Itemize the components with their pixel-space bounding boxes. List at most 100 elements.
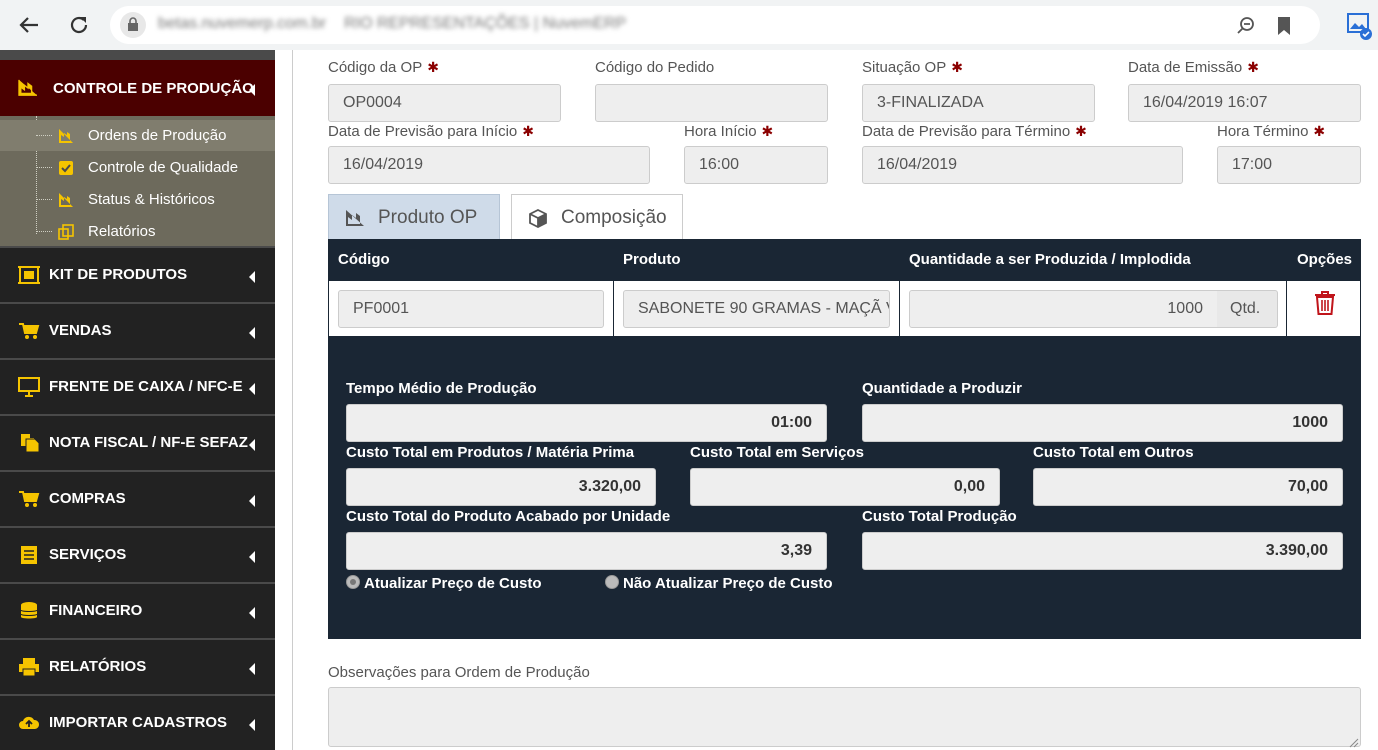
menu-label: RELATÓRIOS <box>49 658 147 675</box>
label-tempo-medio: Tempo Médio de Produção <box>346 380 537 397</box>
kit-icon <box>18 266 40 284</box>
caret-left-icon <box>249 271 255 283</box>
data-prev-termino-field[interactable]: 16/04/2019 <box>862 146 1183 184</box>
cart-icon <box>19 491 40 507</box>
menu-label: NOTA FISCAL / NF-E SEFAZ <box>49 434 248 451</box>
radio-atualizar-preco[interactable] <box>346 575 360 589</box>
required-asterisk-icon: ✱ <box>1075 123 1087 139</box>
menu-label: KIT DE PRODUTOS <box>49 266 188 283</box>
zoom-icon[interactable] <box>1236 16 1256 41</box>
caret-left-icon <box>249 663 255 675</box>
caret-left-icon <box>249 439 255 451</box>
custo-servicos-field[interactable]: 0,00 <box>690 468 1000 506</box>
custo-producao-field[interactable]: 3.390,00 <box>862 532 1343 570</box>
caret-left-icon <box>249 84 255 96</box>
label-situacao-op: Situação OP ✱ <box>862 59 963 76</box>
column-header-codigo: Código <box>338 251 390 268</box>
required-asterisk-icon: ✱ <box>951 59 963 75</box>
submenu-item-status[interactable]: Status & Históricos <box>0 184 275 215</box>
required-asterisk-icon: ✱ <box>427 59 439 75</box>
industry-chart-icon <box>18 79 37 96</box>
menu-controle-producao[interactable]: CONTROLE DE PRODUÇÃO <box>0 60 275 116</box>
menu-vendas[interactable]: VENDAS <box>0 304 275 358</box>
address-bar[interactable]: betas.nuvemerp.com.br RIO REPRESENTAÇÕES … <box>110 6 1320 44</box>
custo-unidade-field[interactable]: 3,39 <box>346 532 827 570</box>
label-nao-atualizar-preco: Não Atualizar Preço de Custo <box>623 575 833 592</box>
quantidade-produzir-field[interactable]: 1000 <box>862 404 1343 442</box>
production-order-form: Código da OP ✱ OP0004 Código do Pedido Si… <box>294 50 1378 750</box>
caret-left-icon <box>249 719 255 731</box>
menu-importar[interactable]: IMPORTAR CADASTROS <box>0 696 275 750</box>
upload-cloud-icon <box>19 716 40 729</box>
column-header-quantidade: Quantidade a ser Produzida / Implodida <box>909 251 1191 268</box>
label-custo-producao: Custo Total Produção <box>862 508 1017 525</box>
custo-produtos-field[interactable]: 3.320,00 <box>346 468 656 506</box>
tree-branch <box>36 135 52 136</box>
hora-inicio-field[interactable]: 16:00 <box>684 146 828 184</box>
data-emissao-field[interactable]: 16/04/2019 16:07 <box>1128 84 1361 122</box>
codigo-pedido-field[interactable] <box>595 84 828 122</box>
radio-nao-atualizar-preco[interactable] <box>605 575 619 589</box>
menu-frente-caixa[interactable]: FRENTE DE CAIXA / NFC-E <box>0 360 275 414</box>
tab-label: Produto OP <box>378 207 478 228</box>
database-icon <box>20 602 38 619</box>
menu-financeiro[interactable]: FINANCEIRO <box>0 584 275 638</box>
label-data-prev-inicio: Data de Previsão para Início ✱ <box>328 123 535 140</box>
production-summary-panel: Tempo Médio de Produção 01:00 Quantidade… <box>328 337 1361 639</box>
report-icon <box>58 224 74 240</box>
cell-divider <box>613 281 614 336</box>
submenu-item-ordens[interactable]: Ordens de Produção <box>0 120 275 151</box>
trash-icon[interactable] <box>1314 290 1336 321</box>
codigo-op-field[interactable]: OP0004 <box>328 84 561 122</box>
qtd-unit-addon: Qtd. <box>1217 290 1278 328</box>
page-scroll-gutter <box>275 50 293 750</box>
tab-composicao[interactable]: Composição <box>511 194 683 240</box>
back-arrow-icon[interactable] <box>14 10 44 40</box>
submenu-item-relatorios[interactable]: Relatórios <box>0 216 275 247</box>
tab-produto-op[interactable]: Produto OP <box>328 194 500 240</box>
required-asterisk-icon: ✱ <box>1247 59 1259 75</box>
hora-termino-field[interactable]: 17:00 <box>1217 146 1361 184</box>
lock-icon[interactable] <box>120 12 146 38</box>
custo-outros-field[interactable]: 70,00 <box>1033 468 1343 506</box>
tree-branch <box>36 199 52 200</box>
observacoes-textarea[interactable] <box>328 687 1361 747</box>
menu-relatorios[interactable]: RELATÓRIOS <box>0 640 275 694</box>
reload-icon[interactable] <box>64 10 94 40</box>
label-custo-servicos: Custo Total em Serviços <box>690 444 864 461</box>
chart-icon <box>59 193 73 207</box>
sidebar: CONTROLE DE PRODUÇÃO Ordens de Produção … <box>0 50 275 750</box>
extension-image-icon[interactable] <box>1346 12 1372 40</box>
row-quantidade-field[interactable]: 1000 <box>909 290 1218 328</box>
tree-branch <box>36 167 52 168</box>
column-header-produto: Produto <box>623 251 681 268</box>
tempo-medio-field[interactable]: 01:00 <box>346 404 827 442</box>
situacao-op-field[interactable]: 3-FINALIZADA <box>862 84 1095 122</box>
tree-branch <box>36 231 52 232</box>
label-custo-outros: Custo Total em Outros <box>1033 444 1194 461</box>
product-table-header: Código Produto Quantidade a ser Produzid… <box>328 239 1361 281</box>
resize-grip-icon[interactable] <box>1349 735 1376 748</box>
table-row: PF0001 SABONETE 90 GRAMAS - MAÇÃ VERDE 1… <box>328 280 1361 337</box>
cell-divider <box>1286 281 1287 336</box>
caret-left-icon <box>249 495 255 507</box>
row-produto-field[interactable]: SABONETE 90 GRAMAS - MAÇÃ VERDE <box>623 290 890 328</box>
data-prev-inicio-field[interactable]: 16/04/2019 <box>328 146 650 184</box>
menu-compras[interactable]: COMPRAS <box>0 472 275 526</box>
menu-kit-produtos[interactable]: KIT DE PRODUTOS <box>0 248 275 302</box>
submenu-item-qualidade[interactable]: Controle de Qualidade <box>0 152 275 183</box>
menu-label: CONTROLE DE PRODUÇÃO <box>53 80 254 97</box>
submenu-label: Ordens de Produção <box>88 127 227 144</box>
label-codigo-op: Código da OP ✱ <box>328 59 439 76</box>
cube-icon <box>529 209 547 229</box>
menu-label: FRENTE DE CAIXA / NFC-E <box>49 378 243 395</box>
menu-servicos[interactable]: SERVIÇOS <box>0 528 275 582</box>
row-codigo-field[interactable]: PF0001 <box>338 290 604 328</box>
caret-left-icon <box>249 551 255 563</box>
bookmark-icon[interactable] <box>1276 16 1292 41</box>
menu-nota-fiscal[interactable]: NOTA FISCAL / NF-E SEFAZ <box>0 416 275 470</box>
url-domain: betas.nuvemerp.com.br <box>158 15 327 32</box>
label-codigo-pedido: Código do Pedido <box>595 59 715 76</box>
required-asterisk-icon: ✱ <box>1313 123 1326 139</box>
list-icon <box>21 546 37 564</box>
